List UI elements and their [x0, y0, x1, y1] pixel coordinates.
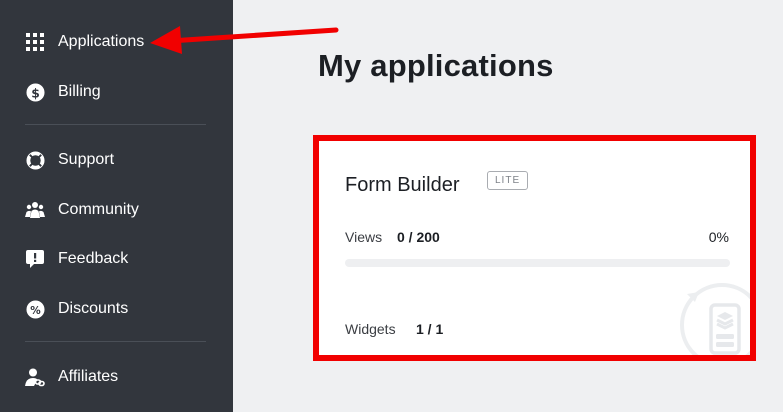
- widgets-value: 1 / 1: [416, 321, 444, 337]
- sidebar-item-discounts[interactable]: % Discounts: [0, 289, 233, 329]
- sidebar-item-billing[interactable]: $ Billing: [0, 72, 233, 112]
- form-builder-icon: [680, 283, 750, 355]
- sidebar-item-label: Applications: [58, 33, 145, 50]
- views-value: 0 / 200: [397, 229, 440, 245]
- sidebar-item-label: Support: [58, 151, 115, 168]
- svg-text:$: $: [31, 86, 40, 100]
- app-card-form-builder[interactable]: Form Builder LITE Views 0 / 200 0% Widge…: [313, 135, 756, 361]
- user-link-icon: [25, 367, 45, 387]
- percent-icon: %: [25, 299, 45, 319]
- lifebuoy-icon: [25, 150, 45, 170]
- sidebar-item-label: Discounts: [58, 300, 129, 317]
- sidebar-item-label: Affiliates: [58, 368, 119, 385]
- people-icon: [25, 200, 45, 220]
- views-label: Views: [345, 229, 383, 245]
- chat-exclamation-icon: [25, 249, 45, 269]
- sidebar-item-label: Feedback: [58, 250, 129, 267]
- sidebar-item-feedback[interactable]: Feedback: [0, 239, 233, 279]
- sidebar-divider: [25, 341, 206, 342]
- sidebar-item-affiliates[interactable]: Affiliates: [0, 357, 233, 397]
- widgets-label: Widgets: [345, 321, 396, 337]
- sidebar-item-community[interactable]: Community: [0, 190, 233, 230]
- sidebar-item-label: Billing: [58, 83, 101, 100]
- page-title: My applications: [318, 48, 554, 83]
- views-progress-bar: [345, 259, 730, 267]
- views-percent: 0%: [708, 229, 729, 245]
- annotation-arrow: [150, 26, 339, 54]
- sidebar: Applications $ Billing Support Community…: [0, 0, 233, 412]
- sidebar-item-label: Community: [58, 201, 139, 218]
- sidebar-divider: [25, 124, 206, 125]
- sidebar-item-support[interactable]: Support: [0, 140, 233, 180]
- dollar-icon: $: [25, 82, 45, 102]
- grid-icon: [25, 32, 45, 52]
- svg-text:%: %: [30, 304, 41, 316]
- plan-badge: LITE: [487, 171, 529, 190]
- app-name: Form Builder: [345, 174, 460, 196]
